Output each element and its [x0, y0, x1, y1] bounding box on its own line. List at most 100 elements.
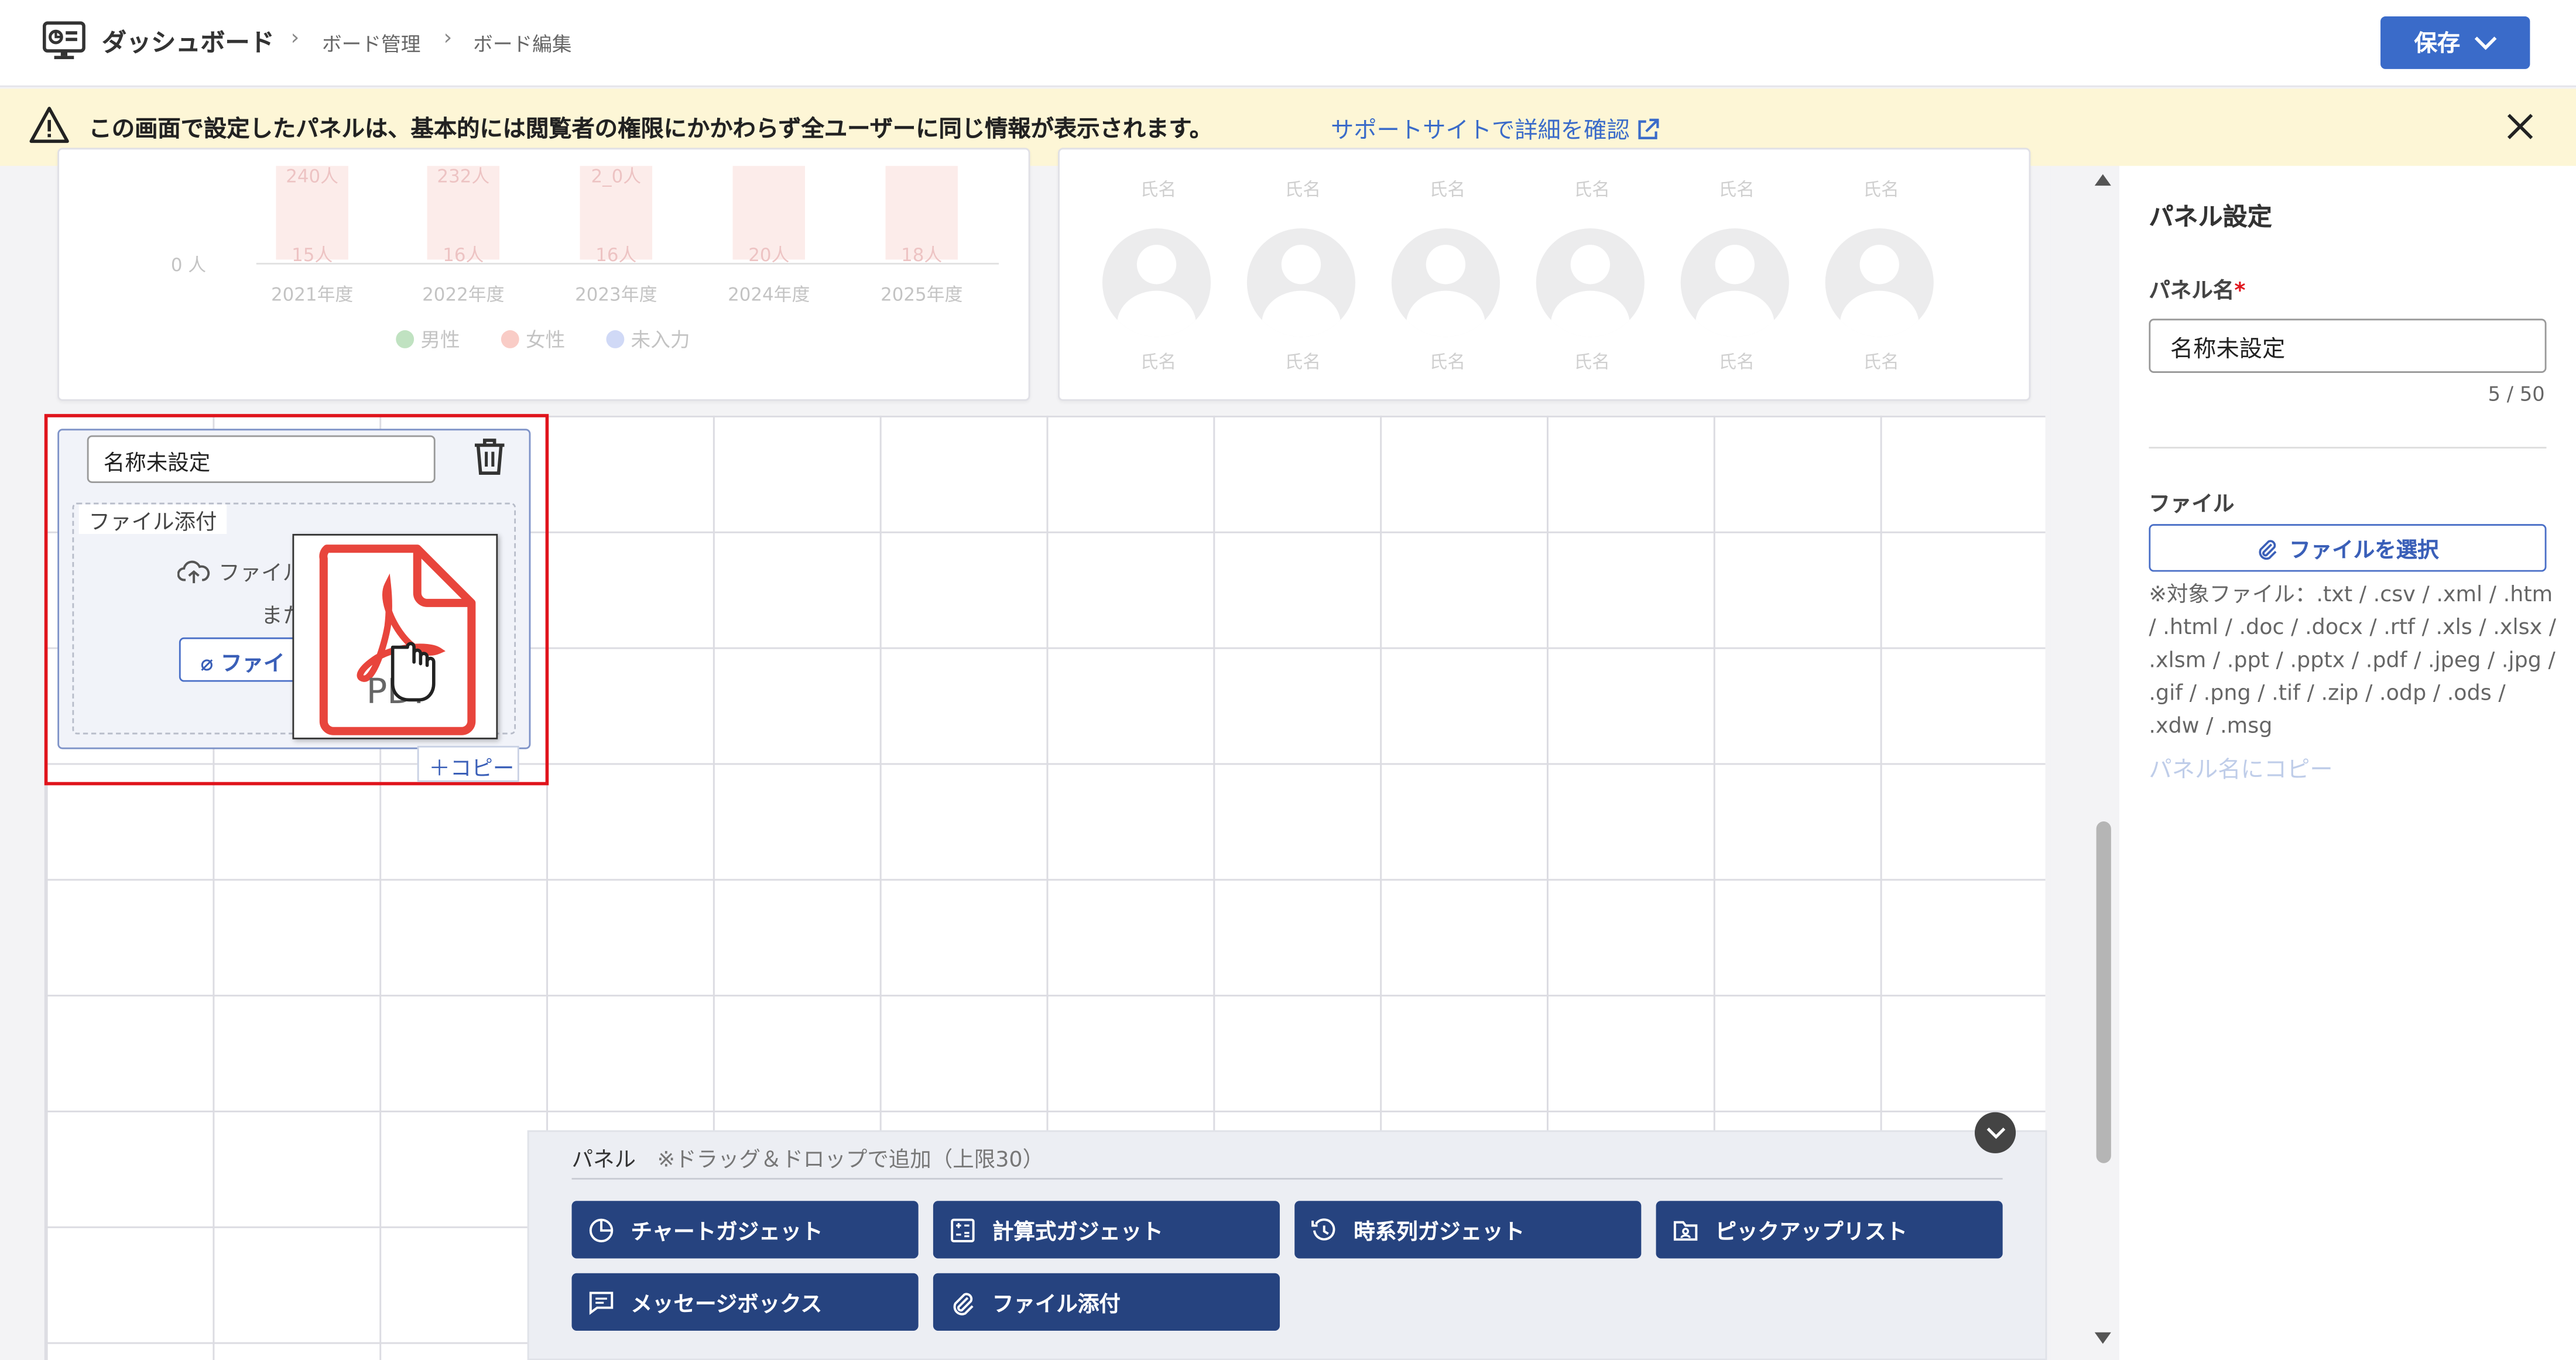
settings-title: パネル設定: [2149, 202, 2272, 232]
legend-label: 女性: [525, 328, 566, 352]
legend-label: 未入力: [631, 328, 690, 352]
avatar-icon: [1102, 228, 1211, 337]
plus-icon: ＋: [429, 757, 450, 782]
chart-bar-top-label: 240人: [286, 166, 339, 187]
chevron-down-icon: [2474, 36, 2496, 49]
page: ダッシュボード › ボード管理 › ボード編集 保存 この画面で設定したパネルは…: [0, 0, 2576, 1360]
scrollbar-thumb[interactable]: [2096, 821, 2111, 1163]
select-file-button[interactable]: ファイルを選択: [2149, 524, 2547, 572]
gadget-label: チャートガジェット: [631, 1220, 823, 1246]
palette-note: ※ドラッグ＆ドロップで追加（上限30）: [657, 1148, 1044, 1173]
person-name-top: 氏名: [1429, 179, 1466, 201]
file-attach-section-label: ファイル添付: [78, 504, 227, 536]
legend-dot: [396, 330, 415, 348]
dragged-pdf-file[interactable]: PDF: [292, 533, 498, 739]
widget-select-file-label: ファイ: [221, 652, 285, 677]
pie-chart-icon: [589, 1218, 614, 1242]
person-name: 氏名: [1863, 351, 1899, 373]
panel-name-label: パネル名*: [2149, 273, 2245, 304]
scroll-up-arrow-icon[interactable]: [2091, 171, 2114, 187]
gadget-label: ファイル添付: [992, 1293, 1121, 1318]
avatar-icon: [1825, 228, 1934, 337]
person-name: 氏名: [1574, 351, 1610, 373]
file-label: ファイル: [2149, 492, 2235, 518]
copy-to-panel-name-link[interactable]: パネル名にコピー: [2149, 752, 2332, 785]
chart-bar-top-label: 2_0人: [591, 166, 642, 187]
breadcrumb-board-management[interactable]: ボード管理: [322, 30, 420, 58]
chart-bar-bottom-label: 16人: [443, 245, 484, 266]
chart-bar-top-label: 232人: [437, 166, 490, 187]
person-name-top: 氏名: [1284, 179, 1321, 201]
panel-name-label-text: パネル名: [2149, 279, 2235, 304]
person-name: 氏名: [1284, 351, 1321, 373]
breadcrumb-separator-icon: ›: [443, 26, 453, 51]
person-name: 氏名: [1718, 351, 1755, 373]
avatar-icon: [1391, 228, 1500, 337]
paperclip-icon: ⌀: [200, 652, 214, 677]
gadget-label: 計算式ガジェット: [992, 1220, 1163, 1246]
avatar-icon: [1246, 228, 1356, 337]
cloud-upload-icon: [177, 560, 210, 583]
chart-bar-bottom-label: 15人: [292, 245, 333, 266]
avatar-icon: [1536, 228, 1645, 337]
upload-hint-text: ファイル: [218, 561, 304, 587]
chart-gadget-button[interactable]: チャートガジェット: [571, 1201, 919, 1259]
chart-year-label: 2025年度: [881, 284, 963, 306]
chart-bar-bottom-label: 18人: [901, 245, 943, 266]
paperclip-icon: [953, 1292, 974, 1315]
person-name-top: 氏名: [1140, 179, 1177, 201]
formula-gadget-button[interactable]: 計算式ガジェット: [933, 1201, 1280, 1259]
avatar-icon: [1680, 228, 1789, 337]
breadcrumb-separator-icon: ›: [290, 26, 300, 51]
chart-year-label: 2021年度: [271, 284, 354, 306]
message-icon: [589, 1291, 614, 1314]
dashboard-logo-icon: [42, 21, 85, 60]
breadcrumb-board-edit: ボード編集: [473, 33, 572, 56]
file-attach-gadget-button[interactable]: ファイル添付: [933, 1273, 1280, 1331]
person-folder-icon: [1673, 1220, 1698, 1240]
select-file-label: ファイルを選択: [2289, 539, 2439, 564]
person-name-top: 氏名: [1574, 179, 1610, 201]
legend-dot: [606, 330, 625, 348]
palette-title: パネル: [571, 1148, 636, 1173]
chart-panel[interactable]: 0 人 240人 232人 2_0人 15人 16人 16人 20人 18人 2…: [57, 148, 1030, 401]
legend-female: 女性: [501, 326, 565, 354]
settings-divider: [2149, 447, 2547, 449]
legend-dot: [501, 330, 519, 348]
message-box-button[interactable]: メッセージボックス: [571, 1273, 919, 1331]
pdf-file-icon: PDF: [319, 544, 476, 735]
legend-male: 男性: [396, 326, 460, 354]
save-button[interactable]: 保存: [2380, 16, 2530, 69]
person-name-top: 氏名: [1863, 179, 1899, 201]
upload-hint: ファイル: [177, 555, 304, 587]
copy-label: コピー: [450, 757, 515, 782]
panel-name-input[interactable]: 名称未設定: [2149, 318, 2547, 373]
support-site-link[interactable]: サポートサイトで詳細を確認: [1331, 114, 1659, 146]
history-icon: [1311, 1217, 1335, 1240]
widget-name-input[interactable]: 名称未設定: [87, 435, 436, 483]
banner-message: この画面で設定したパネルは、基本的には閲覧者の権限にかかわらず全ユーザーに同じ情…: [88, 117, 1213, 143]
paperclip-icon: [2259, 539, 2277, 559]
external-link-icon: [1638, 118, 1659, 139]
gadget-label: ピックアップリスト: [1715, 1220, 1907, 1246]
pickup-list-button[interactable]: ピックアップリスト: [1656, 1201, 2003, 1259]
timeseries-gadget-button[interactable]: 時系列ガジェット: [1294, 1201, 1642, 1259]
warning-icon: [29, 107, 69, 143]
page-title: ダッシュボード: [101, 28, 275, 58]
person-name: 氏名: [1429, 351, 1466, 373]
palette-divider: [571, 1177, 2003, 1180]
people-panel[interactable]: 氏名 氏名 氏名 氏名 氏名 氏名 氏名 氏名 氏名 氏名 氏名 氏名: [1058, 148, 2031, 401]
chart-bar-bottom-label: 20人: [748, 245, 790, 266]
trash-icon[interactable]: [471, 437, 508, 476]
close-icon[interactable]: [2502, 108, 2539, 145]
char-counter: 5 / 50: [2488, 382, 2545, 406]
gadget-label: 時系列ガジェット: [1354, 1220, 1525, 1246]
scroll-down-arrow-icon[interactable]: [2091, 1331, 2114, 1347]
person-name-top: 氏名: [1718, 179, 1755, 201]
legend-label: 男性: [420, 328, 460, 352]
palette-collapse-button[interactable]: [1974, 1112, 2016, 1153]
calculator-icon: [951, 1218, 975, 1242]
copy-button[interactable]: ＋コピー: [417, 745, 519, 782]
save-label: 保存: [2414, 31, 2461, 58]
legend-unset: 未入力: [606, 326, 690, 354]
